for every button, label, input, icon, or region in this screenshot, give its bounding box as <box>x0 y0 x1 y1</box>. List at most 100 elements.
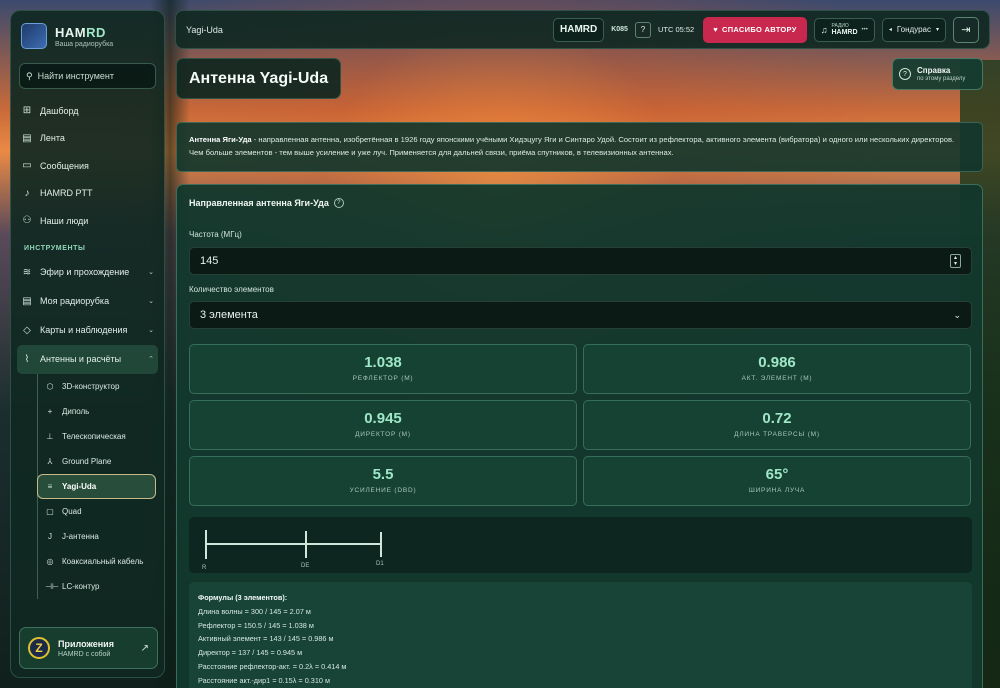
label-driven: DE <box>301 563 309 569</box>
sidebar-item-3d[interactable]: ⬡ 3D-конструктор <box>38 374 164 399</box>
sub-item-label: LC-контур <box>62 581 100 591</box>
elements-select[interactable]: 3 элемента ⌄ <box>189 301 972 329</box>
sub-item-label: Диполь <box>62 406 90 416</box>
logout-icon: ⇥ <box>961 24 971 36</box>
formulas-title: Формулы (3 элементов): <box>198 593 288 602</box>
help-question-button[interactable]: ? <box>634 21 651 38</box>
sidebar-item-label: Сообщения <box>40 160 89 171</box>
page-title: Антенна Yagi-Uda <box>176 58 342 99</box>
logo-subtitle: Ваша радиорубка <box>55 40 114 48</box>
sidebar-item-yagi[interactable]: ≡ Yagi-Uda <box>37 473 156 499</box>
sidebar-item-groundplane[interactable]: ⅄ Ground Plane <box>38 449 164 474</box>
antenna-icon: ⌇ <box>24 353 30 365</box>
result-key: ДИРЕКТОР (М) <box>355 431 411 438</box>
result-gain: 5.5 УСИЛЕНИЕ (DBD) <box>189 456 577 506</box>
help-title: Справка <box>917 66 951 75</box>
info-icon[interactable]: ? <box>333 198 344 208</box>
sidebar-item-label: Лента <box>40 133 65 144</box>
quad-icon: ▢ <box>46 506 54 516</box>
formula-line: Длина волны = 300 / 145 = 2.07 м <box>198 606 311 616</box>
sidebar-item-messages[interactable]: ▭ Сообщения <box>11 152 164 180</box>
frequency-input[interactable]: 145 ▴ ▾ <box>189 247 972 275</box>
radio-button[interactable]: ♫ РАДИО HAMRD ••• <box>813 17 875 42</box>
j-antenna-icon: J <box>48 531 52 541</box>
help-subtitle: по этому разделу <box>917 76 966 82</box>
sidebar-item-j-antenna[interactable]: J J-антенна <box>38 524 164 549</box>
dipole-icon: + <box>47 406 53 416</box>
chevron-left-icon: ◂ <box>888 27 892 33</box>
description-bold: Антенна Яги-Уда <box>189 135 252 144</box>
sidebar-item-quad[interactable]: ▢ Quad <box>38 499 164 524</box>
spinner-icon[interactable]: ▴ ▾ <box>950 254 961 268</box>
frequency-value: 145 <box>200 255 219 267</box>
sidebar-item-lc[interactable]: ⊣⊢ LC-контур <box>38 574 164 599</box>
result-key: ШИРИНА ЛУЧА <box>748 487 806 494</box>
apps-button[interactable]: Z Приложения HAMRD с собой ↗ <box>19 627 158 669</box>
brand-button[interactable]: HAMRD <box>553 17 605 42</box>
group-air[interactable]: ≋ Эфир и прохождение ⌄ <box>11 258 164 287</box>
music-icon: ♫ <box>820 24 828 35</box>
group-antennas[interactable]: ⌇ Антенны и расчёты ⌃ <box>17 344 158 374</box>
search-box[interactable]: ⚲ <box>19 63 156 89</box>
external-arrow-icon: ↗ <box>140 642 149 654</box>
sidebar-item-coax[interactable]: ◎ Коаксиальный кабель <box>38 549 164 574</box>
logo-title: HAMRD <box>55 24 106 40</box>
result-beamwidth: 65° ШИРИНА ЛУЧА <box>583 456 971 506</box>
yagi-diagram-svg: R DE D1 <box>202 530 384 571</box>
sub-item-label: Телескопическая <box>62 431 126 441</box>
sub-item-label: Ground Plane <box>62 456 112 466</box>
sidebar-item-dashboard[interactable]: ⊞ Дашборд <box>11 97 164 125</box>
group-label: Карты и наблюдения <box>40 324 128 335</box>
chevron-down-icon: ⌄ <box>148 269 154 276</box>
result-key: УСИЛЕНИЕ (DBD) <box>349 487 417 494</box>
frequency-label: Частота (МГц) <box>189 230 242 239</box>
apps-subtitle: HAMRD с собой <box>58 650 111 658</box>
logo-icon <box>21 23 47 49</box>
result-key: АКТ. ЭЛЕМЕНТ (М) <box>741 375 813 382</box>
sub-item-label: Quad <box>62 506 82 516</box>
result-value: 65° <box>765 466 789 483</box>
sub-item-label: J-антенна <box>62 531 99 541</box>
sub-item-label: Yagi-Uda <box>62 481 97 491</box>
formula-line: Расстояние рефлектор-акт. = 0.2λ = 0.414… <box>198 661 347 671</box>
ptt-icon: ♪ <box>24 187 30 199</box>
sidebar-item-telescopic[interactable]: ⊥ Телескопическая <box>38 424 164 449</box>
radio-icon: ▤ <box>22 295 32 307</box>
sidebar-item-label: Дашборд <box>40 105 79 116</box>
topbar: Yagi-Uda HAMRD K085 ? UTC 05:52 ♥ СПАСИБ… <box>175 10 990 49</box>
result-key: РЕФЛЕКТОР (М) <box>352 375 414 382</box>
chevron-down-icon: ⌄ <box>148 298 154 305</box>
chevron-up-icon: ⌃ <box>148 356 154 363</box>
sidebar-item-label: Наши люди <box>40 215 89 226</box>
search-icon: ⚲ <box>26 70 33 81</box>
group-maps[interactable]: ◇ Карты и наблюдения ⌄ <box>11 316 164 345</box>
sidebar-item-dipole[interactable]: + Диполь <box>38 399 164 424</box>
label-reflector: R <box>202 565 207 571</box>
panel-title-text: Направленная антенна Яги-Уда <box>189 198 329 208</box>
search-input[interactable] <box>37 69 148 83</box>
sidebar-item-ptt[interactable]: ♪ HAMRD PTT <box>11 180 164 208</box>
sidebar-item-people[interactable]: ⚇ Наши люди <box>11 207 164 235</box>
sidebar-item-feed[interactable]: ▤ Лента <box>11 125 164 153</box>
apps-logo-icon: Z <box>28 637 50 659</box>
chevron-down-icon: ▾ <box>935 27 939 33</box>
result-value: 0.945 <box>364 410 402 427</box>
help-section-button[interactable]: ? Справка по этому разделу <box>892 58 983 90</box>
thanks-author-button[interactable]: ♥ СПАСИБО АВТОРУ <box>703 16 807 43</box>
elements-label: Количество элементов <box>189 285 274 294</box>
sub-item-label: 3D-конструктор <box>62 381 120 391</box>
description-text: - направленная антенна, изобретённая в 1… <box>189 135 955 157</box>
panel-title: Направленная антенна Яги-Уда ? <box>189 198 344 208</box>
result-director: 0.945 ДИРЕКТОР (М) <box>189 400 577 450</box>
messages-icon: ▭ <box>22 160 32 172</box>
country-select[interactable]: ◂ Гондурас ▾ <box>881 17 946 42</box>
logo[interactable]: HAMRD Ваша радиорубка <box>11 11 164 57</box>
group-shack[interactable]: ▤ Моя радиорубка ⌄ <box>11 287 164 316</box>
formula-line: Расстояние акт.-дир1 = 0.15λ = 0.310 м <box>198 675 330 685</box>
result-driven-element: 0.986 АКТ. ЭЛЕМЕНТ (М) <box>583 344 971 394</box>
logout-button[interactable]: ⇥ <box>953 16 979 43</box>
antenna-submenu: ⬡ 3D-конструктор + Диполь ⊥ Телескопическая… <box>37 373 164 599</box>
yagi-diagram: R DE D1 <box>189 517 972 573</box>
result-value: 0.986 <box>758 354 796 371</box>
sub-item-label: Коаксиальный кабель <box>62 556 144 566</box>
